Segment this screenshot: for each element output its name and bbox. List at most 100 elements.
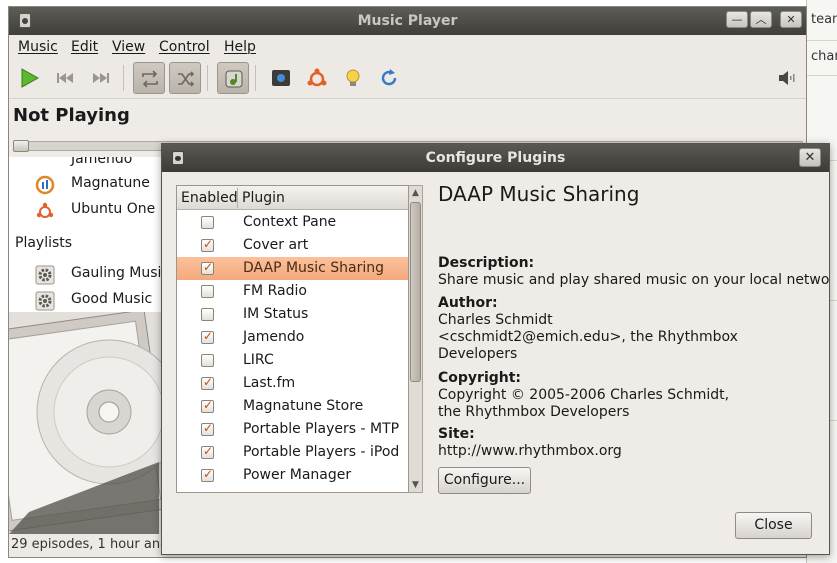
show-playing-toggle[interactable] <box>217 62 249 94</box>
plugin-list-scrollbar[interactable]: ▲ ▼ <box>409 185 423 493</box>
plugin-name: DAAP Music Sharing <box>243 260 384 276</box>
previous-icon <box>57 73 73 83</box>
plugin-row[interactable]: Power Manager <box>177 464 408 487</box>
window-title: Music Player <box>357 13 458 29</box>
copyright-text: Copyright © 2005-2006 Charles Schmidt, t… <box>438 387 729 421</box>
close-icon: ✕ <box>804 150 816 165</box>
description-text: Share music and play shared music on you… <box>438 272 830 288</box>
play-icon <box>21 68 39 88</box>
lyrics-button[interactable] <box>337 62 369 94</box>
plugin-enabled-checkbox[interactable] <box>201 375 214 390</box>
plugin-row[interactable]: Cover art <box>177 234 408 257</box>
plugin-name: Magnatune Store <box>243 398 364 414</box>
sidebar-item-gauling-music[interactable]: Gauling Music <box>9 261 165 287</box>
author-line: <cschmidt2@emich.edu>, the Rhythmbox <box>438 329 738 345</box>
seek-handle[interactable] <box>13 140 29 152</box>
repeat-icon <box>142 70 158 88</box>
sidebar-item-magnatune[interactable]: Magnatune <box>9 171 164 197</box>
sidebar-item-ubuntu-one[interactable]: Ubuntu One <box>9 197 164 223</box>
plugin-row[interactable]: Last.fm <box>177 372 408 395</box>
plugin-enabled-checkbox[interactable] <box>201 308 214 321</box>
plugin-enabled-checkbox[interactable] <box>201 329 214 344</box>
plugin-enabled-checkbox[interactable] <box>201 398 214 413</box>
menu-music[interactable]: Music <box>18 39 58 55</box>
plugin-enabled-checkbox[interactable] <box>201 237 214 252</box>
author-line: Developers <box>438 346 518 362</box>
background-text-fragment: team <box>811 12 837 27</box>
magnatune-icon <box>35 175 55 195</box>
previous-button[interactable] <box>49 62 81 94</box>
column-header-enabled[interactable]: Enabled <box>181 190 238 206</box>
plugin-name: Context Pane <box>243 214 337 230</box>
dialog-close-button[interactable]: ✕ <box>799 148 821 167</box>
refresh-button[interactable] <box>373 62 405 94</box>
plugin-enabled-checkbox[interactable] <box>201 260 214 275</box>
plugin-enabled-checkbox[interactable] <box>201 216 214 229</box>
sidebar-item-good-music[interactable]: Good Music <box>9 287 164 312</box>
speaker-icon <box>779 71 795 85</box>
menu-help[interactable]: Help <box>224 39 256 55</box>
close-button[interactable]: Close <box>735 512 812 539</box>
column-header-plugin[interactable]: Plugin <box>242 190 285 206</box>
minimize-button[interactable]: — <box>726 11 748 28</box>
plugin-row[interactable]: IM Status <box>177 303 408 326</box>
album-art-area <box>9 312 165 534</box>
toolbar <box>9 59 806 99</box>
repeat-toggle[interactable] <box>133 62 165 94</box>
separator <box>207 65 208 91</box>
play-button[interactable] <box>13 62 45 94</box>
plugin-enabled-checkbox[interactable] <box>201 421 214 436</box>
playlists-header: Playlists <box>15 235 73 251</box>
screen-icon <box>272 70 290 86</box>
visualization-button[interactable] <box>265 62 297 94</box>
refresh-icon <box>381 69 397 86</box>
gear-playlist-icon <box>35 291 55 311</box>
volume-button[interactable] <box>771 62 803 94</box>
plugin-row[interactable]: Magnatune Store <box>177 395 408 418</box>
copyright-line: the Rhythmbox Developers <box>438 404 630 420</box>
column-divider <box>237 188 238 208</box>
background-text-fragment: chan <box>811 49 837 64</box>
cd-case-icon <box>9 312 165 534</box>
status-bar: 29 episodes, 1 hour and <box>9 534 168 557</box>
player-titlebar[interactable]: Music Player — ︿ ✕ <box>9 7 806 35</box>
separator <box>123 65 124 91</box>
plugin-enabled-checkbox[interactable] <box>201 444 214 459</box>
description-label: Description: <box>438 255 535 271</box>
plugin-row[interactable]: LIRC <box>177 349 408 372</box>
plugin-name: Portable Players - MTP <box>243 421 400 437</box>
ubuntu-one-button[interactable] <box>301 62 333 94</box>
configure-button[interactable]: Configure... <box>438 467 531 494</box>
menubar: Music Edit View Control Help <box>9 35 806 59</box>
menu-edit[interactable]: Edit <box>71 39 98 55</box>
scroll-thumb[interactable] <box>410 202 421 382</box>
plugin-row[interactable]: Portable Players - iPod <box>177 441 408 464</box>
source-sidebar: Jamendo Magnatune Ubuntu One Playlists G… <box>9 157 165 312</box>
close-window-button[interactable]: ✕ <box>780 11 802 28</box>
plugin-name: Cover art <box>243 237 309 253</box>
menu-view[interactable]: View <box>112 39 145 55</box>
plugin-row[interactable]: DAAP Music Sharing <box>177 257 408 280</box>
scroll-down-arrow-icon[interactable]: ▼ <box>409 478 422 492</box>
plugin-row[interactable]: Jamendo <box>177 326 408 349</box>
menu-control[interactable]: Control <box>159 39 210 55</box>
author-line: Charles Schmidt <box>438 312 553 328</box>
site-link[interactable]: http://www.rhythmbox.org <box>438 443 622 460</box>
plugin-enabled-checkbox[interactable] <box>201 467 214 482</box>
dialog-titlebar[interactable]: Configure Plugins ✕ <box>162 144 829 172</box>
maximize-button[interactable]: ︿ <box>750 11 772 28</box>
plugin-row[interactable]: FM Radio <box>177 280 408 303</box>
plugin-row[interactable]: Context Pane <box>177 211 408 234</box>
next-button[interactable] <box>85 62 117 94</box>
separator <box>255 65 256 91</box>
plugin-name: Portable Players - iPod <box>243 444 400 460</box>
plugin-row[interactable]: Portable Players - MTP <box>177 418 408 441</box>
sidebar-item-label: Gauling Music <box>71 265 165 281</box>
scroll-up-arrow-icon[interactable]: ▲ <box>409 186 422 200</box>
plugin-enabled-checkbox[interactable] <box>201 354 214 367</box>
plugin-name: IM Status <box>243 306 309 322</box>
sidebar-item-label: Jamendo <box>71 157 133 167</box>
plugin-enabled-checkbox[interactable] <box>201 285 214 298</box>
music-note-icon <box>225 70 243 88</box>
shuffle-toggle[interactable] <box>169 62 201 94</box>
